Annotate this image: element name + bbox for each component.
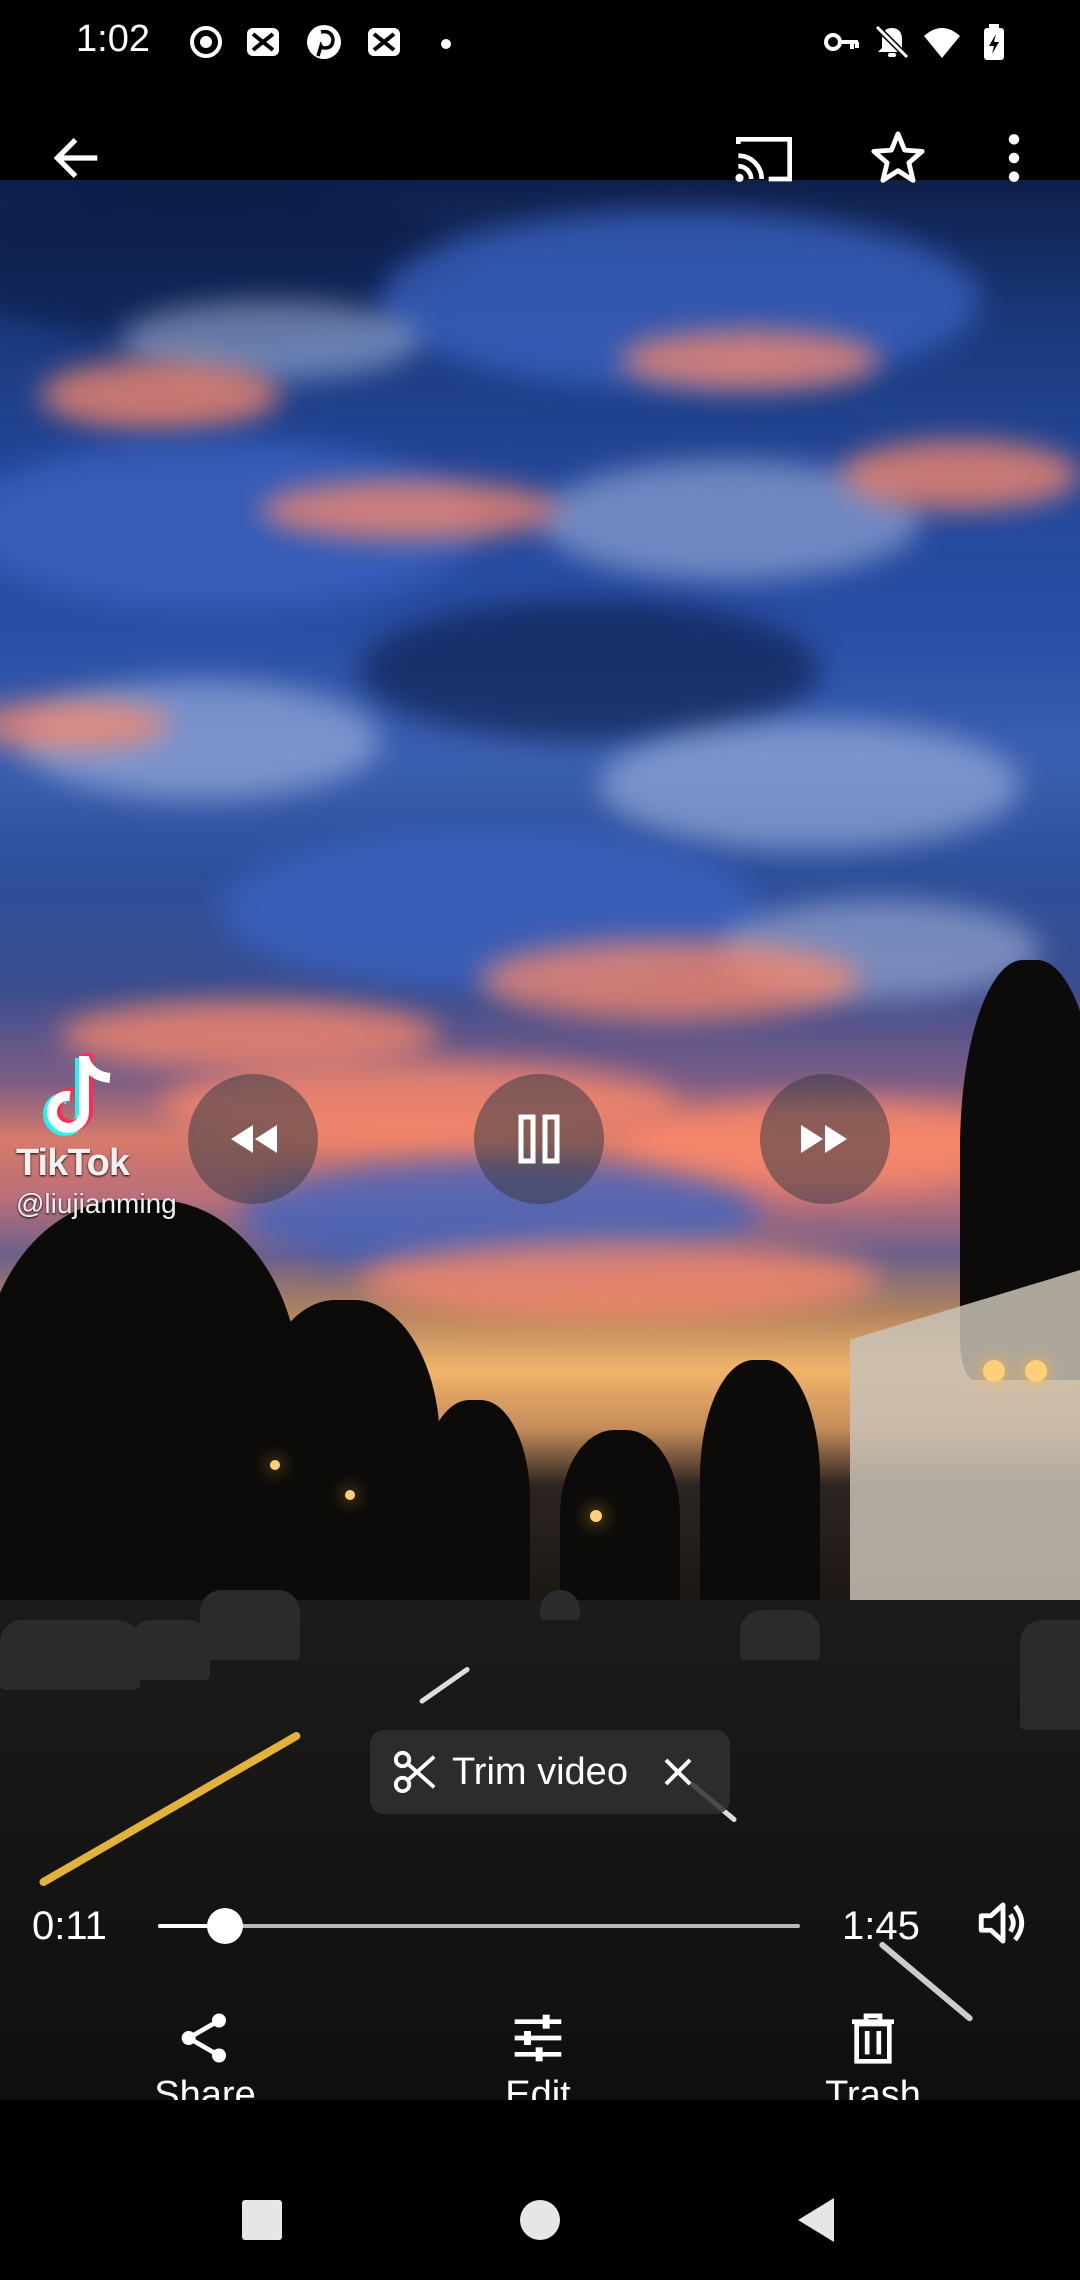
cast-button[interactable] <box>724 118 804 198</box>
back-arrow-icon <box>53 137 98 179</box>
seek-track[interactable] <box>158 1924 800 1928</box>
fast-forward-button[interactable] <box>760 1074 890 1204</box>
back-button[interactable] <box>36 118 116 198</box>
rewind-button[interactable] <box>188 1074 318 1204</box>
dot-icon <box>441 39 451 49</box>
recents-square-icon <box>242 2200 282 2240</box>
pause-button[interactable] <box>474 1074 604 1204</box>
trim-video-chip[interactable]: Trim video <box>370 1730 730 1814</box>
cast-icon <box>735 137 792 182</box>
status-bar <box>0 0 1080 88</box>
watermark-username: @liujianming <box>16 1188 177 1219</box>
wifi-icon <box>924 28 960 58</box>
fast-forward-icon <box>801 1125 847 1153</box>
total-time: 1:45 <box>842 1904 920 1948</box>
record-icon <box>190 26 222 58</box>
share-icon <box>181 2013 226 2063</box>
more-options-button[interactable] <box>974 118 1054 198</box>
scissors-icon <box>393 1750 436 1794</box>
nav-back-button[interactable] <box>776 2180 856 2260</box>
vpn-key-icon <box>824 33 859 51</box>
trim-video-label: Trim video <box>452 1750 628 1793</box>
home-button[interactable] <box>500 2180 580 2260</box>
current-time: 0:11 <box>32 1904 107 1948</box>
notification-icon <box>247 28 279 56</box>
tiktok-logo <box>43 1054 111 1136</box>
volume-icon <box>978 1902 1025 1944</box>
close-icon[interactable] <box>658 1752 698 1792</box>
status-time: 1:02 <box>76 18 150 60</box>
pause-icon <box>518 1114 560 1164</box>
rewind-icon <box>231 1125 277 1153</box>
more-vert-icon <box>1008 134 1020 182</box>
silent-bell-icon <box>874 24 910 60</box>
trash-icon <box>852 2013 894 2064</box>
seek-thumb[interactable] <box>207 1908 243 1944</box>
tune-icon <box>514 2014 562 2062</box>
favorite-button[interactable] <box>858 118 938 198</box>
back-triangle-icon <box>798 2198 834 2242</box>
volume-button[interactable] <box>968 1888 1038 1958</box>
watermark-brand: TikTok <box>16 1142 130 1184</box>
notification-icon <box>368 28 400 56</box>
recents-button[interactable] <box>222 2180 302 2260</box>
battery-charging-icon <box>984 24 1004 60</box>
home-circle-icon <box>520 2200 560 2240</box>
pinterest-icon <box>307 25 341 59</box>
star-icon <box>871 131 925 183</box>
